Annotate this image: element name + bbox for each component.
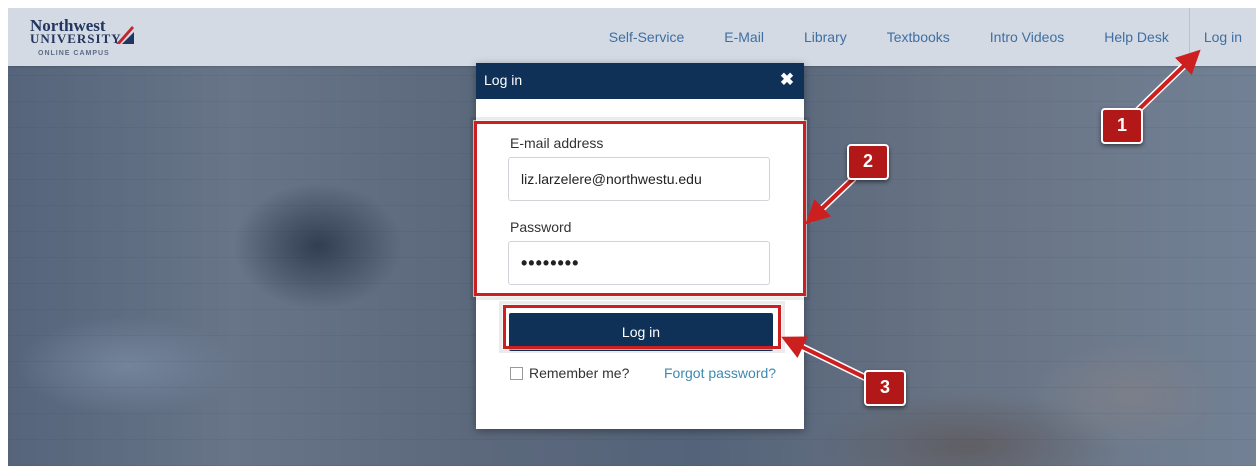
arrow-2 [805, 176, 856, 225]
page: Northwest UNIVERSITY ONLINE CAMPUS Self-… [8, 8, 1256, 466]
step-badge-3: 3 [864, 370, 906, 406]
arrow-3 [781, 336, 867, 380]
arrow-1 [1132, 49, 1201, 116]
step-badge-2: 2 [847, 144, 889, 180]
step-badge-1: 1 [1101, 108, 1143, 144]
annotation-arrows [781, 49, 1201, 382]
